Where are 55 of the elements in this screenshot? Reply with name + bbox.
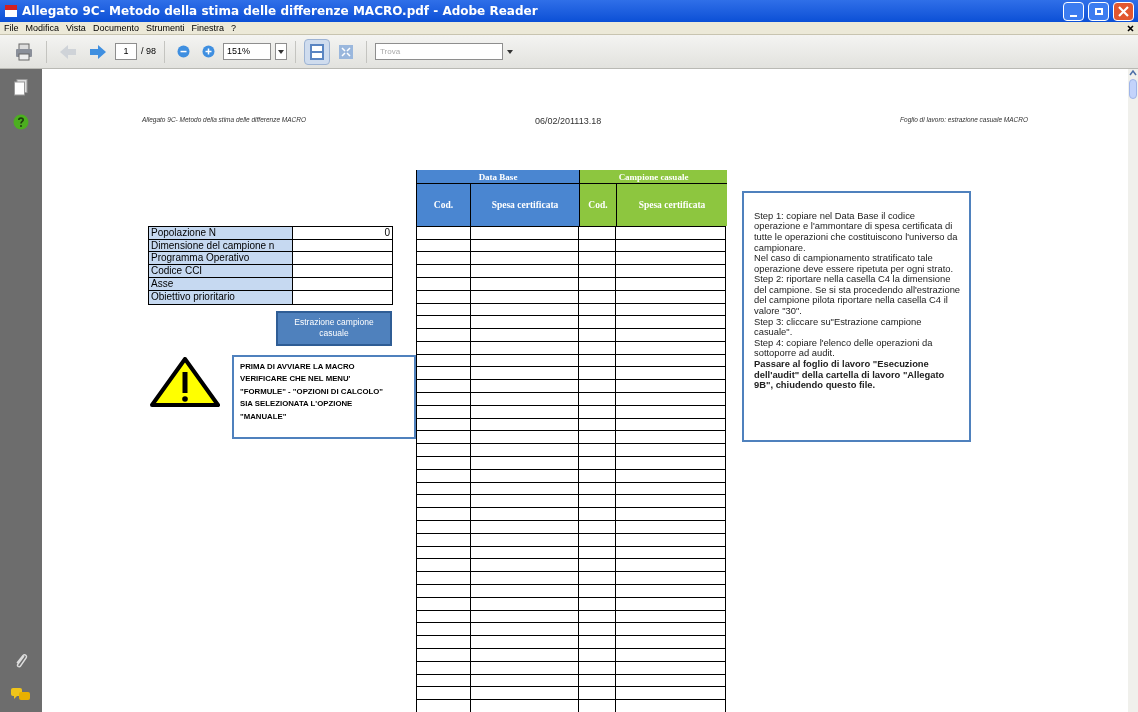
plus-icon	[202, 45, 215, 58]
comments-icon[interactable]	[11, 688, 31, 702]
step-text: Step 1: copiare nel Data Base il codice operazione e l'ammontare di spesa certificata di tutte le operazioni che costituiscono l'universo da campionare.	[754, 210, 959, 254]
printer-icon	[14, 42, 34, 61]
header-date: 06/02/201113.18	[535, 115, 602, 129]
field-label: Programma Operativo	[149, 252, 293, 265]
menu-item[interactable]: File	[4, 23, 19, 33]
menu-item[interactable]: ?	[230, 23, 236, 33]
page-count: / 98	[141, 44, 156, 58]
step-text: Passare al foglio di lavoro "Esecuzione dell'audit" della cartella di lavoro "Allegato 9B", chiudendo questo file.	[754, 359, 946, 391]
warning-icon	[150, 356, 220, 407]
page-number-field[interactable]: 1	[115, 43, 137, 60]
step-text: Step 2: riportare nella casella C4 la dimensione del campione. Se si sta procedendo all'estrazione del campione pilota riportare nella casella C4 il valore "30".	[754, 274, 961, 317]
left-arrow-icon	[59, 43, 77, 60]
close-button[interactable]	[1113, 1, 1134, 21]
group-header: Campione casuale	[580, 169, 727, 184]
menu-item[interactable]: Strumenti	[145, 23, 185, 33]
window-title: Allegato 9C- Metodo della stima delle differenze MACRO.pdf - Adobe Reader	[22, 3, 538, 20]
fit-page-icon	[309, 42, 325, 61]
zoom-field[interactable]: 151%	[223, 43, 271, 60]
fit-page-button[interactable]	[304, 38, 330, 65]
expand-icon	[338, 43, 354, 60]
step-text: Step 3: cliccare su"Estrazione campione casuale".	[754, 316, 923, 338]
menu-item[interactable]: Finestra	[191, 23, 224, 33]
step-text: Nel caso di campionamento stratificato tale operazione deve essere ripetuta per ogni strato.	[754, 253, 955, 275]
macro-button[interactable]: Estrazione campione casuale	[276, 310, 392, 346]
group-header: Data Base	[417, 169, 579, 184]
minimize-button[interactable]	[1063, 1, 1084, 21]
column-header: Spesa certificata	[617, 183, 727, 226]
caret-icon	[278, 49, 284, 54]
field-value: 0	[383, 226, 391, 239]
scroll-up-icon[interactable]	[1129, 69, 1137, 77]
scrollbar[interactable]	[1128, 69, 1138, 712]
help-icon[interactable]	[13, 114, 29, 130]
field-label: Popolazione N	[149, 226, 293, 239]
menu-item[interactable]: Documento	[92, 23, 139, 33]
paperclip-icon[interactable]	[14, 652, 28, 670]
field-label: Codice CCI	[149, 265, 293, 277]
scroll-thumb[interactable]	[1129, 79, 1137, 99]
menu-item[interactable]: Vista	[66, 23, 86, 33]
restore-button[interactable]	[1088, 1, 1109, 21]
pdf-icon	[4, 4, 18, 18]
search-field[interactable]: Trova	[375, 43, 503, 60]
menu-item[interactable]: Modifica	[25, 23, 60, 33]
column-header: Cod.	[580, 183, 617, 226]
zoom-dropdown-button[interactable]	[275, 43, 287, 60]
column-header: Spesa certificata	[471, 183, 579, 226]
right-arrow-icon	[89, 43, 107, 60]
pages-icon[interactable]	[14, 79, 28, 96]
column-header: Cod.	[417, 183, 471, 226]
close-icon	[1118, 5, 1129, 17]
step-text: Step 4: copiare l'elenco delle operazioni da sottoporre ad audit.	[754, 337, 934, 360]
close-icon[interactable]	[1127, 24, 1134, 32]
minus-icon	[177, 45, 190, 58]
caret-icon[interactable]	[507, 49, 513, 54]
